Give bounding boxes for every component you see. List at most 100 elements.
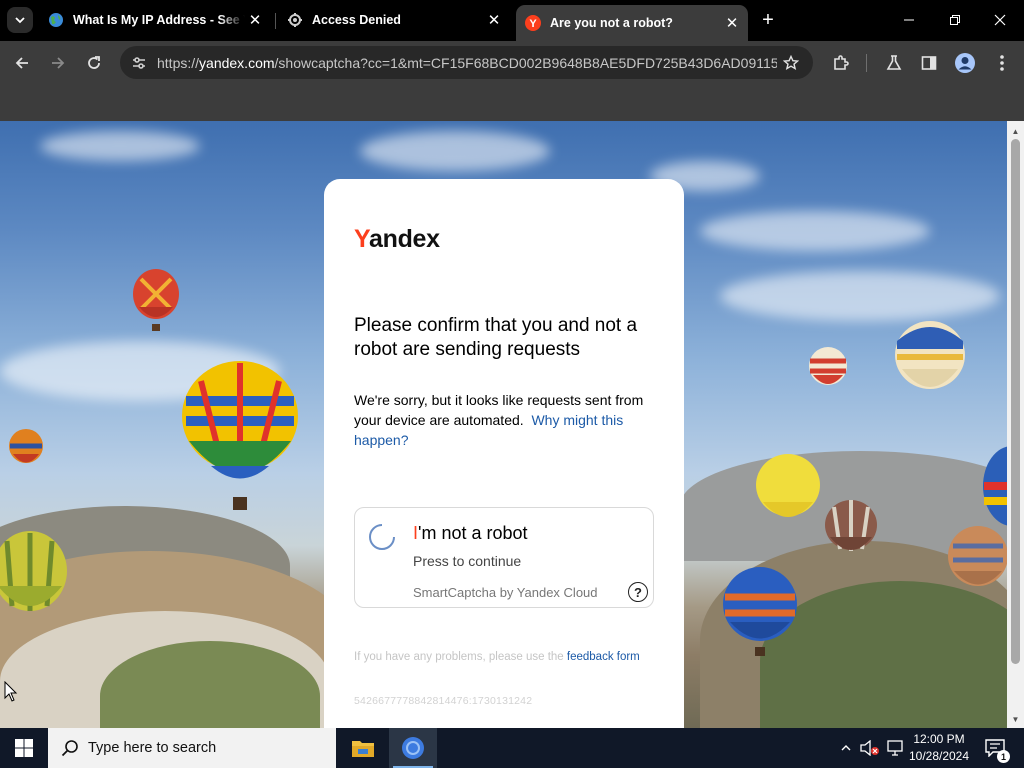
volume-muted-button[interactable] bbox=[858, 728, 882, 768]
captcha-subtitle: Press to continue bbox=[413, 553, 522, 569]
svg-text:Y: Y bbox=[529, 18, 537, 30]
avatar-icon bbox=[955, 53, 975, 73]
side-panel-icon bbox=[921, 56, 937, 70]
logo-text: andex bbox=[369, 225, 440, 253]
captcha-title-rest: 'm not a robot bbox=[418, 523, 528, 543]
network-icon bbox=[887, 740, 903, 756]
menu-button[interactable] bbox=[988, 49, 1016, 77]
hot-air-balloon bbox=[9, 429, 43, 463]
scroll-thumb[interactable] bbox=[1011, 139, 1020, 664]
hot-air-balloon bbox=[948, 526, 1007, 586]
start-button[interactable] bbox=[0, 728, 48, 768]
feedback-link[interactable]: feedback form bbox=[567, 651, 640, 663]
taskbar-search[interactable]: Type here to search bbox=[48, 728, 336, 768]
tab-strip: What Is My IP Address - See Your Public … bbox=[0, 0, 1024, 41]
kebab-menu-icon bbox=[1000, 55, 1004, 71]
folder-icon bbox=[352, 741, 374, 757]
url-scheme: https:// bbox=[157, 55, 200, 71]
cloud bbox=[360, 131, 550, 171]
minimize-icon bbox=[904, 19, 914, 21]
profile-button[interactable] bbox=[951, 49, 979, 77]
scroll-down-icon[interactable]: ▼ bbox=[1007, 712, 1024, 726]
tab-what-is-my-ip[interactable]: What Is My IP Address - See Your Public … bbox=[39, 5, 271, 35]
toolbar-divider bbox=[866, 54, 867, 72]
system-clock[interactable]: 12:00 PM 10/28/2024 bbox=[906, 731, 972, 765]
chevron-down-icon bbox=[15, 17, 25, 24]
close-icon[interactable]: ✕ bbox=[484, 10, 504, 30]
site-info-icon[interactable] bbox=[126, 50, 152, 76]
reload-icon bbox=[88, 56, 100, 69]
logo-letter: Y bbox=[354, 225, 369, 253]
captcha-brand: SmartCaptcha by Yandex Cloud bbox=[413, 585, 598, 600]
close-icon[interactable]: ✕ bbox=[722, 13, 742, 33]
address-bar[interactable]: https://yandex.com/showcaptcha?cc=1&mt=C… bbox=[120, 46, 813, 79]
new-tab-button[interactable]: + bbox=[756, 8, 780, 32]
smartcaptcha-checkbox[interactable]: I'm not a robot Press to continue SmartC… bbox=[354, 507, 654, 608]
vertical-scrollbar[interactable]: ▲ ▼ bbox=[1007, 121, 1024, 728]
cloud bbox=[700, 211, 930, 251]
request-id: 5426677778842814476:1730131242 bbox=[354, 695, 533, 707]
notification-center-button[interactable]: 1 bbox=[980, 728, 1010, 768]
side-panel-button[interactable] bbox=[915, 49, 943, 77]
windows-logo-icon bbox=[15, 739, 33, 757]
gear-like-icon bbox=[287, 12, 303, 28]
close-window-button[interactable] bbox=[978, 4, 1022, 36]
arrow-right-icon bbox=[52, 57, 65, 69]
scroll-up-icon[interactable]: ▲ bbox=[1007, 124, 1024, 138]
labs-button[interactable] bbox=[880, 49, 908, 77]
tab-search-button[interactable] bbox=[7, 7, 33, 33]
forward-button[interactable] bbox=[44, 49, 72, 77]
chrome-taskbar-button[interactable] bbox=[389, 728, 437, 768]
tab-are-you-not-a-robot[interactable]: Y Are you not a robot? ✕ bbox=[516, 5, 748, 41]
feedback-body: If you have any problems, please use the bbox=[354, 651, 564, 663]
close-icon[interactable]: ✕ bbox=[245, 10, 265, 30]
captcha-card: Yandex Please confirm that you and not a… bbox=[324, 179, 684, 728]
tab-divider bbox=[275, 13, 276, 29]
hot-air-balloon bbox=[723, 567, 797, 656]
description-text: We're sorry, but it looks like requests … bbox=[354, 390, 664, 450]
hot-air-balloon bbox=[0, 531, 67, 611]
clock-time: 12:00 PM bbox=[913, 732, 965, 746]
clock-date: 10/28/2024 bbox=[908, 749, 970, 763]
hot-air-balloon bbox=[133, 269, 179, 331]
url-text[interactable]: https://yandex.com/showcaptcha?cc=1&mt=C… bbox=[157, 55, 777, 71]
show-hidden-icons-button[interactable] bbox=[836, 728, 856, 768]
cloud bbox=[720, 271, 1000, 321]
bookmark-star-icon[interactable] bbox=[779, 51, 803, 75]
network-button[interactable] bbox=[884, 728, 906, 768]
feedback-text: If you have any problems, please use the… bbox=[354, 649, 654, 665]
yandex-logo: Yandex bbox=[354, 225, 440, 254]
chrome-icon bbox=[402, 737, 424, 759]
captcha-title: I'm not a robot bbox=[413, 523, 528, 544]
back-button[interactable] bbox=[8, 49, 36, 77]
close-icon bbox=[994, 14, 1006, 26]
hot-air-balloon bbox=[756, 454, 820, 517]
tab-title: Access Denied bbox=[312, 13, 401, 27]
reload-button[interactable] bbox=[80, 49, 108, 77]
flask-icon bbox=[886, 55, 902, 70]
tab-access-denied[interactable]: Access Denied ✕ bbox=[278, 5, 510, 35]
tab-title: Are you not a robot? bbox=[550, 16, 673, 30]
hot-air-balloon bbox=[895, 321, 965, 389]
bookmarks-bar bbox=[0, 85, 1024, 121]
help-icon[interactable]: ? bbox=[628, 582, 648, 602]
hot-air-balloon bbox=[182, 361, 298, 510]
mouse-cursor-icon bbox=[4, 681, 18, 702]
url-path: /showcaptcha?cc=1&mt=CF15F68BCD002B9648B… bbox=[274, 55, 777, 71]
page-background: Yandex Please confirm that you and not a… bbox=[0, 121, 1007, 728]
page-title: Please confirm that you and not a robot … bbox=[354, 315, 638, 360]
hot-air-balloon bbox=[809, 347, 847, 385]
windows-taskbar: Type here to search 12:00 PM 10/28/2024 … bbox=[0, 728, 1024, 768]
hot-air-balloon bbox=[825, 500, 877, 551]
loading-spinner-icon bbox=[369, 524, 395, 550]
restore-button[interactable] bbox=[933, 4, 977, 36]
cloud bbox=[40, 131, 200, 161]
minimize-button[interactable] bbox=[887, 4, 931, 36]
tab-title: What Is My IP Address - See Your Public … bbox=[73, 13, 245, 27]
globe-icon bbox=[48, 12, 64, 28]
arrow-left-icon bbox=[15, 57, 28, 69]
puzzle-icon bbox=[834, 55, 849, 70]
extensions-button[interactable] bbox=[827, 49, 855, 77]
browser-toolbar: https://yandex.com/showcaptcha?cc=1&mt=C… bbox=[0, 41, 1024, 85]
file-explorer-button[interactable] bbox=[339, 728, 387, 768]
